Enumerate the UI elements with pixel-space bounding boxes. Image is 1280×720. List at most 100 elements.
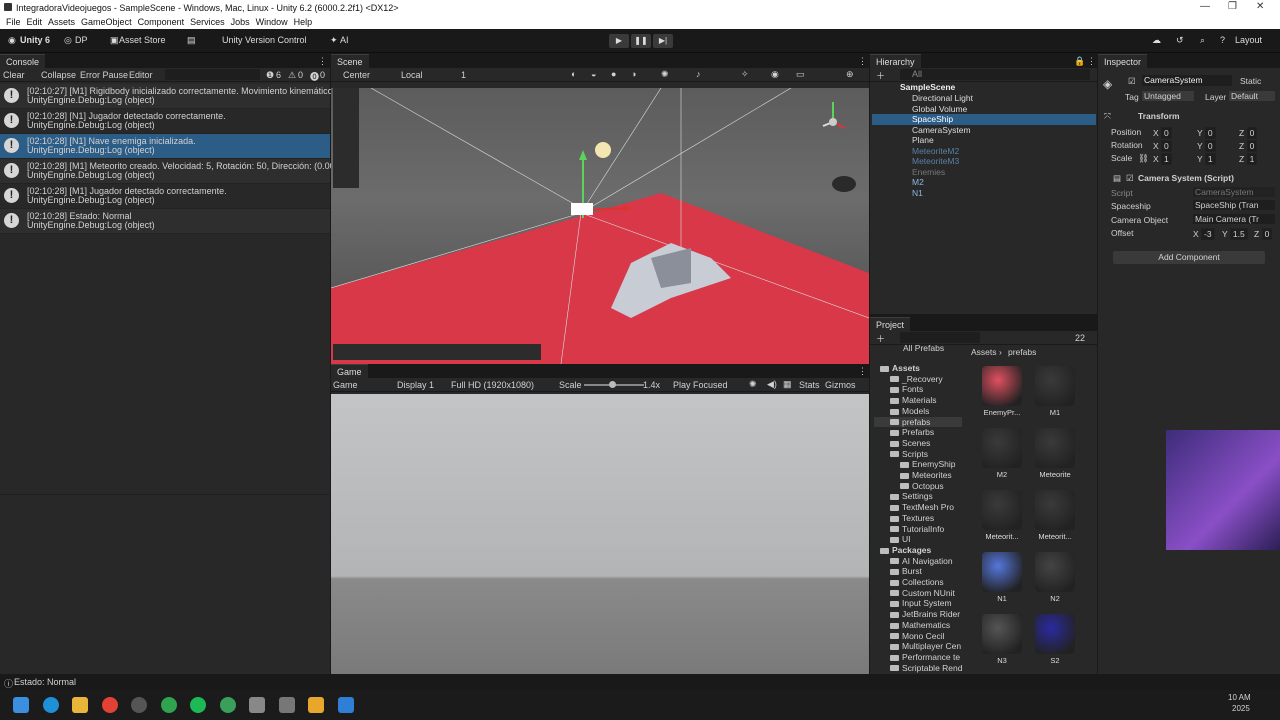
gizmos-icon[interactable]: ⊕ [846, 69, 854, 80]
scene-viewport[interactable] [331, 88, 869, 364]
link-icon[interactable]: ⛓ [1138, 153, 1149, 164]
offset-x[interactable]: -3 [1201, 228, 1215, 240]
rotation-x[interactable]: 0 [1161, 140, 1172, 152]
sun-icon[interactable]: ✺ [749, 379, 757, 390]
project-folder-item[interactable]: Custom NUnit [874, 588, 962, 599]
tab-project[interactable]: Project [870, 317, 911, 331]
project-folder-item[interactable]: Prefarbs [874, 427, 962, 438]
project-search-input[interactable] [900, 332, 980, 343]
project-folder-item[interactable]: Performance te [874, 652, 962, 663]
log-entry-selected[interactable]: ! [02:10:28] [N1] Nave enemiga inicializa… [0, 134, 330, 159]
camera-icon[interactable]: ▭ [796, 69, 805, 80]
account-icon[interactable]: ◉ [8, 35, 16, 46]
position-x[interactable]: 0 [1161, 127, 1172, 139]
add-icon[interactable]: ＋ [876, 332, 885, 345]
menu-component[interactable]: Component [138, 17, 185, 27]
pause-button[interactable]: ❚❚ [631, 34, 651, 48]
chrome-alt-icon[interactable] [220, 697, 236, 713]
version-control-button[interactable]: Unity Version Control [222, 35, 307, 45]
project-folder-item[interactable]: Scriptable Rend [874, 663, 962, 674]
windows-start-icon[interactable] [13, 697, 29, 713]
prefab-asset[interactable]: Meteorite [1028, 428, 1082, 479]
offset-z[interactable]: 0 [1261, 228, 1273, 240]
vscode-icon[interactable] [338, 697, 354, 713]
chrome-profile-icon[interactable] [161, 697, 177, 713]
prefab-asset[interactable]: Meteorit... [975, 490, 1029, 541]
project-folder-item[interactable]: Packages [874, 545, 962, 556]
clear-button[interactable]: Clear [3, 70, 25, 80]
project-folder-item[interactable]: EnemyShip [874, 459, 962, 470]
project-folder-item[interactable]: Scripts [874, 449, 962, 460]
pivot-dropdown[interactable]: Center [343, 70, 370, 80]
hierarchy-item[interactable]: MeteoriteM3 [872, 156, 1096, 167]
steam-icon[interactable] [131, 697, 147, 713]
cloud-services-icon[interactable]: ☁ [1152, 35, 1161, 46]
hierarchy-item[interactable]: Plane [872, 135, 1096, 146]
dp-button[interactable]: DP [75, 35, 88, 45]
more-icon[interactable]: ⋮ [858, 56, 867, 67]
project-folder-item[interactable]: Mono Cecil [874, 631, 962, 642]
menu-assets[interactable]: Assets [48, 17, 75, 27]
hierarchy-item[interactable]: Directional Light [872, 93, 1096, 104]
hierarchy-item[interactable]: Enemies [872, 167, 1096, 178]
script-enabled-checkbox[interactable]: ☑ [1126, 173, 1134, 184]
project-folder-item[interactable]: TextMesh Pro [874, 502, 962, 513]
grid-snap-value[interactable]: 1 [461, 70, 466, 80]
shading-icon[interactable]: ◒ [591, 69, 596, 79]
rotation-y[interactable]: 0 [1204, 140, 1216, 152]
offset-y[interactable]: 1.5 [1229, 228, 1248, 240]
hierarchy-item[interactable]: Global Volume [872, 104, 1096, 115]
scale-y[interactable]: 1 [1204, 153, 1216, 165]
warn-count-icon[interactable]: ⚠ [288, 70, 296, 81]
prefab-asset[interactable]: EnemyPr... [975, 366, 1029, 417]
breadcrumb-prefabs[interactable]: prefabs [1008, 347, 1036, 358]
hierarchy-search-input[interactable]: All [900, 69, 1090, 80]
position-y[interactable]: 0 [1204, 127, 1216, 139]
game-mode-dropdown[interactable]: Game [333, 380, 358, 390]
resolution-dropdown[interactable]: Full HD (1920x1080) [451, 380, 534, 390]
stats-button[interactable]: Stats [799, 380, 820, 390]
tab-inspector[interactable]: Inspector [1098, 54, 1148, 68]
project-folder-item[interactable]: TutorialInfo [874, 524, 962, 535]
hierarchy-item[interactable]: MeteoriteM2 [872, 146, 1096, 157]
scale-slider-handle[interactable] [609, 381, 616, 388]
spaceship-field[interactable]: SpaceShip (Tran [1193, 200, 1275, 210]
position-z[interactable]: 0 [1246, 127, 1258, 139]
minimize-button[interactable]: — [1200, 1, 1210, 12]
play-focused-dropdown[interactable]: Play Focused [673, 380, 728, 390]
hierarchy-item[interactable]: CameraSystem [872, 125, 1096, 136]
lighting-icon[interactable]: ✺ [661, 69, 669, 80]
prefab-asset[interactable]: S2 [1028, 614, 1082, 665]
project-folder-item[interactable]: Settings [874, 491, 962, 502]
menu-gameobject[interactable]: GameObject [81, 17, 132, 27]
project-folder-item[interactable]: AI Navigation [874, 556, 962, 567]
mute-icon[interactable]: ◀) [767, 379, 777, 390]
more-icon[interactable]: ⋮ [1087, 56, 1096, 67]
close-button[interactable]: ✕ [1256, 1, 1264, 12]
project-folder-item[interactable]: Collections [874, 577, 962, 588]
grid-icon[interactable]: ▦ [783, 379, 792, 390]
history-icon[interactable]: ↺ [1176, 35, 1184, 46]
ai-button[interactable]: AI [340, 35, 349, 45]
project-folder-item[interactable]: Mathematics [874, 620, 962, 631]
project-folder-item[interactable]: prefabs [874, 416, 962, 427]
project-folder-item[interactable]: Multiplayer Cen [874, 641, 962, 652]
search-icon[interactable]: ⌕ [1200, 35, 1205, 46]
chrome-icon[interactable] [102, 697, 118, 713]
log-entry[interactable]: ! [02:10:28] Estado: Normal UnityEngine.De… [0, 209, 330, 234]
project-folder-item[interactable]: JetBrains Rider [874, 609, 962, 620]
status-text[interactable]: Estado: Normal [14, 677, 76, 687]
project-folder-item[interactable]: Octopus [874, 481, 962, 492]
space-dropdown[interactable]: Local [401, 70, 423, 80]
tab-hierarchy[interactable]: Hierarchy [870, 54, 921, 68]
unity-hub-icon[interactable] [249, 697, 265, 713]
game-viewport[interactable] [331, 394, 869, 674]
menu-help[interactable]: Help [294, 17, 313, 27]
error-pause-button[interactable]: Error Pause [80, 70, 128, 80]
hierarchy-item-selected[interactable]: SpaceShip [872, 114, 1096, 125]
visibility-icon[interactable]: ◉ [771, 69, 779, 80]
audio-icon[interactable]: ♪ [696, 69, 701, 79]
all-prefabs-item[interactable]: All Prefabs [903, 343, 944, 354]
prefab-asset[interactable]: N1 [975, 552, 1029, 603]
blender-icon[interactable] [308, 697, 324, 713]
